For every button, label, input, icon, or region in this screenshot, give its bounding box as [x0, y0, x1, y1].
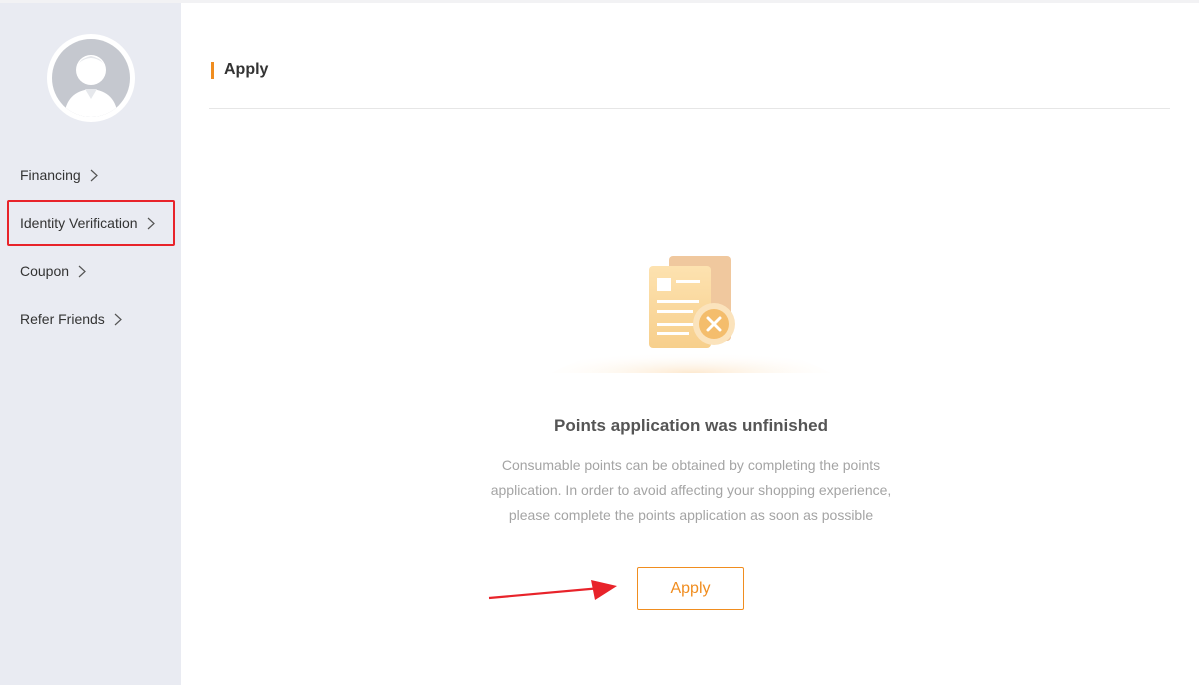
chevron-right-icon	[114, 313, 122, 326]
avatar[interactable]	[47, 34, 135, 122]
sidebar-item-financing[interactable]: Financing	[7, 152, 175, 198]
sidebar-item-label: Identity Verification	[20, 215, 138, 231]
document-error-icon	[541, 248, 841, 378]
apply-button[interactable]: Apply	[637, 567, 744, 610]
title-accent-bar	[211, 61, 214, 79]
chevron-right-icon	[78, 265, 86, 278]
empty-state-title: Points application was unfinished	[554, 416, 828, 435]
sidebar-item-identity-verification[interactable]: Identity Verification	[7, 200, 175, 246]
chevron-right-icon	[147, 217, 155, 230]
user-avatar-icon	[52, 39, 130, 117]
main-content: Apply Points application was unfinished …	[181, 3, 1199, 685]
sidebar: Financing Identity Verification Coupon R…	[0, 3, 181, 685]
empty-state-description: Consumable points can be obtained by com…	[471, 453, 911, 528]
red-arrow-icon	[488, 580, 617, 600]
sidebar-item-label: Refer Friends	[20, 311, 105, 327]
page-title-text: Apply	[224, 61, 269, 78]
divider	[209, 108, 1170, 109]
sidebar-item-label: Coupon	[20, 263, 70, 279]
sidebar-item-coupon[interactable]: Coupon	[7, 248, 175, 294]
chevron-right-icon	[90, 169, 98, 182]
description-line: Consumable points can be obtained by com…	[501, 457, 881, 473]
sidebar-item-refer-friends[interactable]: Refer Friends	[7, 296, 175, 342]
description-line: application. In order to avoid affecting…	[490, 482, 892, 498]
page-title: Apply	[211, 60, 268, 80]
sidebar-item-label: Financing	[20, 167, 81, 183]
description-line: please complete the points application a…	[508, 507, 874, 523]
